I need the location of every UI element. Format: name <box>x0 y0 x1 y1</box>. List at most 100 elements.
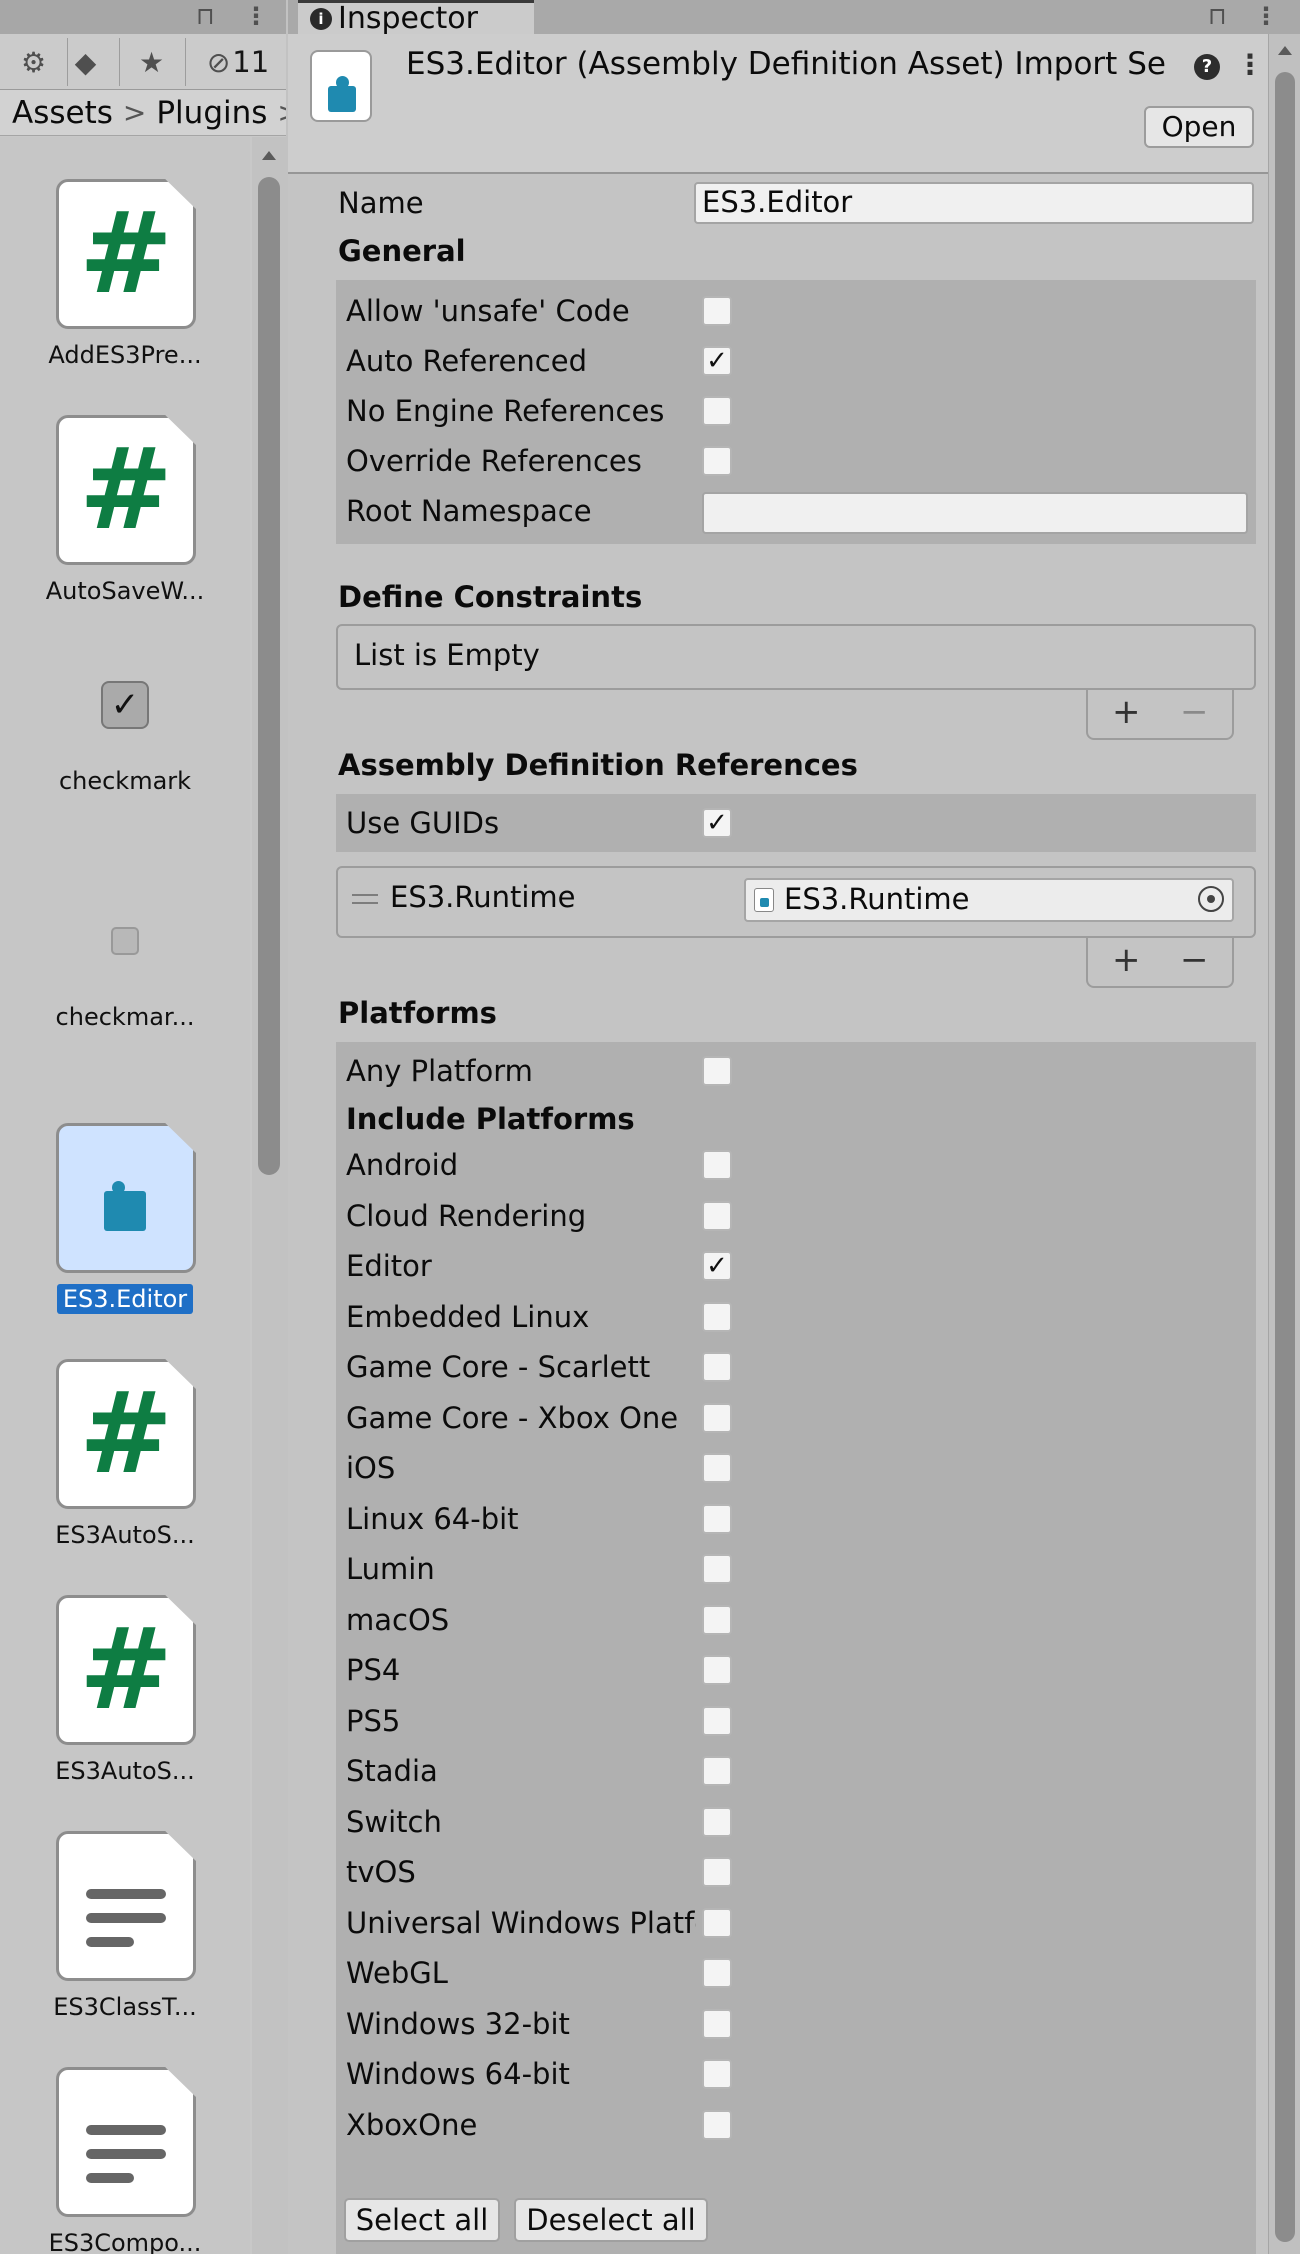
scroll-up-icon[interactable] <box>1278 46 1292 55</box>
platform-checkbox[interactable] <box>702 1352 732 1382</box>
hidden-packages-button[interactable]: ⊘ 11 <box>190 38 286 86</box>
asset-item[interactable]: ES3ClassT... <box>0 1811 250 2047</box>
breadcrumb-assets[interactable]: Assets <box>12 95 113 131</box>
chevron-right-icon: > <box>122 96 147 129</box>
hidden-count: 11 <box>232 45 270 79</box>
platform-checkbox[interactable] <box>702 2059 732 2089</box>
filter-by-label-button[interactable]: ◆ <box>52 38 120 86</box>
object-picker-icon[interactable] <box>1198 886 1224 912</box>
scroll-up-icon[interactable] <box>262 151 276 160</box>
text-lines-icon <box>86 2125 166 2197</box>
asset-name: ES3ClassT... <box>53 1993 197 2021</box>
project-scrollbar[interactable] <box>252 137 286 2254</box>
asset-item-selected[interactable]: ES3.Editor <box>0 1103 250 1339</box>
platform-checkbox[interactable] <box>702 1605 732 1635</box>
allow-unsafe-label: Allow 'unsafe' Code <box>346 294 630 328</box>
platforms-heading: Platforms <box>338 996 497 1030</box>
open-button[interactable]: Open <box>1144 106 1254 148</box>
platform-checkbox[interactable] <box>702 1201 732 1231</box>
platform-label: Windows 64-bit <box>346 2057 570 2091</box>
platform-checkbox[interactable] <box>702 1958 732 1988</box>
platform-label: Stadia <box>346 1754 438 1788</box>
empty-list-label: List is Empty <box>354 638 540 672</box>
add-button[interactable]: + <box>1112 940 1141 980</box>
scrollbar-thumb[interactable] <box>1275 72 1295 2242</box>
asset-item[interactable]: ✓ checkmark <box>0 631 250 867</box>
scrollbar-thumb[interactable] <box>258 177 280 1175</box>
platform-checkbox[interactable] <box>702 2110 732 2140</box>
platform-checkbox[interactable] <box>702 1655 732 1685</box>
platform-checkbox[interactable] <box>702 1554 732 1584</box>
platform-checkbox[interactable] <box>702 1302 732 1332</box>
hash-icon: # <box>79 1369 173 1499</box>
platform-checkbox[interactable] <box>702 2009 732 2039</box>
lock-icon[interactable]: ⊓ <box>1208 2 1227 30</box>
platform-checkbox[interactable] <box>702 1908 732 1938</box>
drag-handle-icon[interactable] <box>352 894 378 904</box>
project-toolbar: ⚙ ◆ ★ ⊘ 11 <box>0 34 286 90</box>
platform-label: Lumin <box>346 1552 435 1586</box>
puzzle-icon <box>104 1181 146 1231</box>
kebab-menu-icon[interactable]: ⋮ <box>244 2 268 30</box>
platform-label: iOS <box>346 1451 396 1485</box>
reference-value: ES3.Runtime <box>784 882 970 916</box>
remove-button[interactable]: − <box>1180 940 1209 980</box>
reference-object-field[interactable]: ES3.Runtime <box>744 878 1234 922</box>
any-platform-checkbox[interactable] <box>702 1056 732 1086</box>
asset-item[interactable]: ES3Compo... <box>0 2047 250 2254</box>
platform-label: PS4 <box>346 1653 401 1687</box>
platform-checkbox[interactable] <box>702 1150 732 1180</box>
use-guids-checkbox[interactable]: ✓ <box>702 808 732 838</box>
define-constraints-heading: Define Constraints <box>338 580 643 614</box>
platform-label: Editor <box>346 1249 432 1283</box>
override-references-checkbox[interactable] <box>702 446 732 476</box>
asset-item[interactable]: # AutoSaveW... <box>0 395 250 631</box>
inspector-header: ES3.Editor (Assembly Definition Asset) I… <box>288 34 1268 174</box>
project-panel: ⊓ ⋮ ⚙ ◆ ★ ⊘ 11 Assets > Plugins > # AddE… <box>0 0 286 2254</box>
lock-icon[interactable]: ⊓ <box>196 2 215 30</box>
platform-label: tvOS <box>346 1855 416 1889</box>
name-field[interactable]: ES3.Editor <box>694 182 1254 224</box>
assembly-definition-icon <box>310 50 372 122</box>
root-namespace-label: Root Namespace <box>346 494 592 528</box>
platform-checkbox[interactable] <box>702 1453 732 1483</box>
platform-checkbox[interactable] <box>702 1504 732 1534</box>
platform-checkbox[interactable] <box>702 1857 732 1887</box>
allow-unsafe-checkbox[interactable] <box>702 296 732 326</box>
help-icon[interactable]: ? <box>1194 54 1220 80</box>
hash-icon: # <box>79 189 173 319</box>
kebab-menu-icon[interactable]: ⋮ <box>1254 2 1278 30</box>
kebab-menu-icon[interactable]: ⋮ <box>1236 48 1264 81</box>
platform-label: Universal Windows Platfo <box>346 1906 696 1940</box>
text-lines-icon <box>86 1889 166 1961</box>
platform-checkbox[interactable] <box>702 1756 732 1786</box>
add-button[interactable]: + <box>1112 692 1141 732</box>
deselect-all-button[interactable]: Deselect all <box>514 2198 708 2242</box>
platform-label: Windows 32-bit <box>346 2007 570 2041</box>
no-engine-references-label: No Engine References <box>346 394 665 428</box>
platform-checkbox[interactable] <box>702 1706 732 1736</box>
tab-inspector[interactable]: i Inspector <box>298 0 534 36</box>
reference-label: ES3.Runtime <box>390 880 576 914</box>
platform-checkbox[interactable] <box>702 1403 732 1433</box>
platform-label: Linux 64-bit <box>346 1502 519 1536</box>
platform-checkbox[interactable] <box>702 1807 732 1837</box>
favorites-button[interactable]: ★ <box>118 38 186 86</box>
asset-item[interactable]: # ES3AutoS... <box>0 1339 250 1575</box>
remove-button[interactable]: − <box>1180 692 1209 732</box>
no-engine-references-checkbox[interactable] <box>702 396 732 426</box>
asset-item[interactable]: # ES3AutoS... <box>0 1575 250 1811</box>
platform-checkbox[interactable]: ✓ <box>702 1251 732 1281</box>
asset-item[interactable]: # AddES3Pre... <box>0 159 250 395</box>
assembly-definition-small-icon <box>754 888 774 912</box>
asset-name: checkmark <box>58 767 192 795</box>
assembly-refs-add-remove: + − <box>1086 938 1234 988</box>
breadcrumb-plugins[interactable]: Plugins <box>156 95 267 131</box>
tag-icon: ◆ <box>74 45 97 79</box>
inspector-scrollbar[interactable] <box>1268 34 1300 2254</box>
root-namespace-field[interactable] <box>702 492 1248 534</box>
select-all-button[interactable]: Select all <box>344 2198 500 2242</box>
auto-referenced-checkbox[interactable]: ✓ <box>702 346 732 376</box>
asset-item[interactable]: checkmar... <box>0 867 250 1103</box>
platform-label: Embedded Linux <box>346 1300 590 1334</box>
